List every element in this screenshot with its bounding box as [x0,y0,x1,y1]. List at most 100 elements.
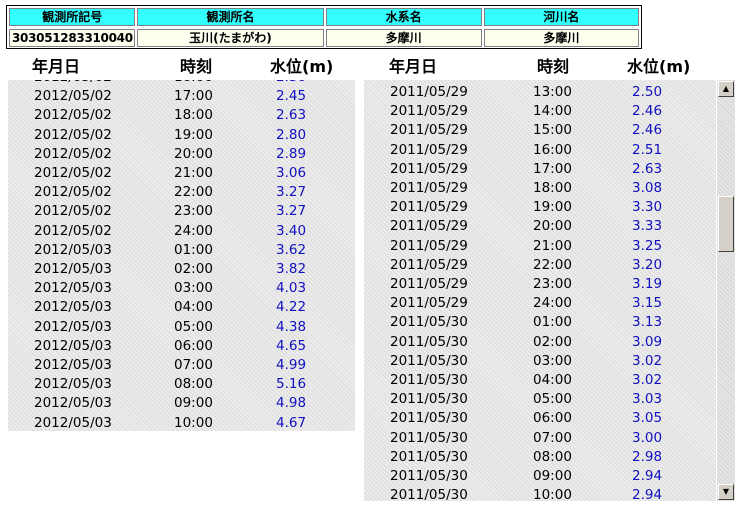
left-date-column-header: 年月日 [32,57,81,76]
table-row: 2011/05/29 16:00 2.51 [364,141,716,160]
date-cell: 2011/05/29 [390,237,468,254]
time-cell: 19:00 [533,199,572,216]
date-cell: 2011/05/29 [390,276,468,292]
water-level-cell: 3.27 [276,184,307,201]
water-level-cell: 2.98 [632,448,663,465]
table-row: 2012/05/02 24:00 3.40 [8,222,355,241]
date-cell: 2011/05/29 [390,84,468,100]
date-cell: 2012/05/02 [34,184,112,201]
station-code-header: 観測所記号 [9,8,136,26]
table-row: 2011/05/29 22:00 3.20 [364,256,716,275]
time-cell: 10:00 [533,487,572,501]
right-level-column-header: 水位(m) [627,57,691,76]
time-cell: 15:00 [533,122,572,139]
date-cell: 2011/05/29 [390,199,468,216]
time-cell: 18:00 [174,107,213,124]
scroll-up-arrow-icon[interactable]: ▲ [718,81,734,97]
water-level-cell: 2.50 [632,84,663,100]
water-level-cell: 3.19 [632,276,663,292]
date-cell: 2012/05/03 [34,241,112,258]
time-cell: 03:00 [174,280,213,297]
table-row: 2011/05/29 20:00 3.33 [364,217,716,236]
water-level-cell: 3.06 [276,165,307,181]
table-row: 2011/05/30 09:00 2.94 [364,467,716,486]
table-row: 2011/05/29 19:00 3.30 [364,198,716,217]
water-level-cell: 3.25 [632,237,663,254]
right-water-level-list[interactable]: 2011/05/29 13:00 2.50 2011/05/29 14:00 2.46 20… [364,80,716,501]
time-cell: 06:00 [174,337,213,354]
time-cell: 06:00 [533,410,572,427]
scroll-down-arrow-icon[interactable]: ▼ [718,484,734,500]
time-cell: 20:00 [533,218,572,235]
water-system-header: 水系名 [325,8,482,26]
water-level-cell: 3.13 [632,314,663,331]
water-level-cell: 3.40 [276,222,307,239]
date-cell: 2011/05/29 [390,141,468,158]
date-cell: 2012/05/02 [34,88,112,105]
table-row: 2012/05/02 21:00 3.06 [8,164,355,183]
date-cell: 2012/05/03 [34,261,112,277]
date-cell: 2011/05/30 [390,391,468,408]
right-list-scrollbar[interactable]: ▲ ▼ [717,80,735,501]
table-row: 2011/05/30 02:00 3.09 [364,333,716,352]
table-row: 2012/05/02 22:00 3.27 [8,183,355,202]
station-code-value: 303051283310040 [9,29,136,47]
left-time-column-header: 時刻 [180,57,213,76]
time-cell: 13:00 [533,84,572,100]
water-level-cell: 3.05 [632,410,663,427]
table-row: 2012/05/02 16:00 2.30 [8,80,355,87]
water-level-cell: 4.03 [276,280,307,297]
date-cell: 2012/05/03 [34,357,112,373]
water-level-cell: 2.45 [276,88,307,105]
date-cell: 2011/05/30 [390,487,468,501]
date-cell: 2011/05/30 [390,410,468,427]
time-cell: 18:00 [533,180,572,196]
time-cell: 21:00 [174,165,213,181]
time-cell: 10:00 [174,414,213,431]
date-cell: 2012/05/02 [34,145,112,162]
time-cell: 24:00 [533,295,572,312]
water-level-cell: 3.30 [632,199,663,216]
table-row: 2012/05/03 07:00 4.99 [8,356,355,375]
table-row: 2011/05/30 03:00 3.02 [364,352,716,371]
date-cell: 2012/05/03 [34,337,112,354]
time-cell: 17:00 [174,88,213,105]
water-level-cell: 2.46 [632,103,663,120]
table-row: 2011/05/29 24:00 3.15 [364,294,716,313]
water-level-cell: 2.30 [276,80,306,87]
time-cell: 01:00 [174,241,213,258]
water-level-cell: 2.94 [632,468,663,484]
left-water-level-list[interactable]: 2012/05/0216:002.302012/05/0217:002.4520… [8,80,355,431]
time-cell: 08:00 [533,448,572,465]
table-row: 2011/05/29 15:00 2.46 [364,121,716,140]
date-cell: 2011/05/29 [390,218,468,235]
right-time-column-header: 時刻 [537,57,570,76]
table-row: 2011/05/29 17:00 2.63 [364,160,716,179]
water-level-cell: 2.51 [632,141,663,158]
date-cell: 2011/05/30 [390,429,468,446]
date-cell: 2012/05/03 [34,414,112,431]
time-cell: 05:00 [174,318,213,335]
date-cell: 2011/05/29 [390,180,468,196]
table-row: 2012/05/02 23:00 3.27 [8,202,355,221]
table-row: 2012/05/03 02:00 3.82 [8,260,355,279]
water-level-cell: 4.99 [276,357,307,373]
table-row: 2011/05/29 14:00 2.46 [364,102,716,121]
table-row: 2011/05/29 21:00 3.25 [364,237,716,256]
time-cell: 02:00 [533,333,572,350]
time-cell: 08:00 [174,376,213,393]
station-name-header: 観測所名 [137,8,324,26]
water-level-cell: 3.27 [276,203,307,220]
water-level-cell: 2.80 [276,126,307,143]
date-cell: 2012/05/02 [34,222,112,239]
time-cell: 01:00 [533,314,572,331]
date-cell: 2011/05/30 [390,372,468,388]
time-cell: 21:00 [533,237,572,254]
table-row: 2012/05/03 01:00 3.62 [8,241,355,260]
water-level-cell: 3.09 [632,333,663,350]
date-cell: 2012/05/02 [34,203,112,220]
scroll-thumb[interactable] [718,196,734,252]
water-level-cell: 4.98 [276,395,307,412]
water-level-cell: 4.67 [276,414,307,431]
date-cell: 2011/05/30 [390,333,468,350]
